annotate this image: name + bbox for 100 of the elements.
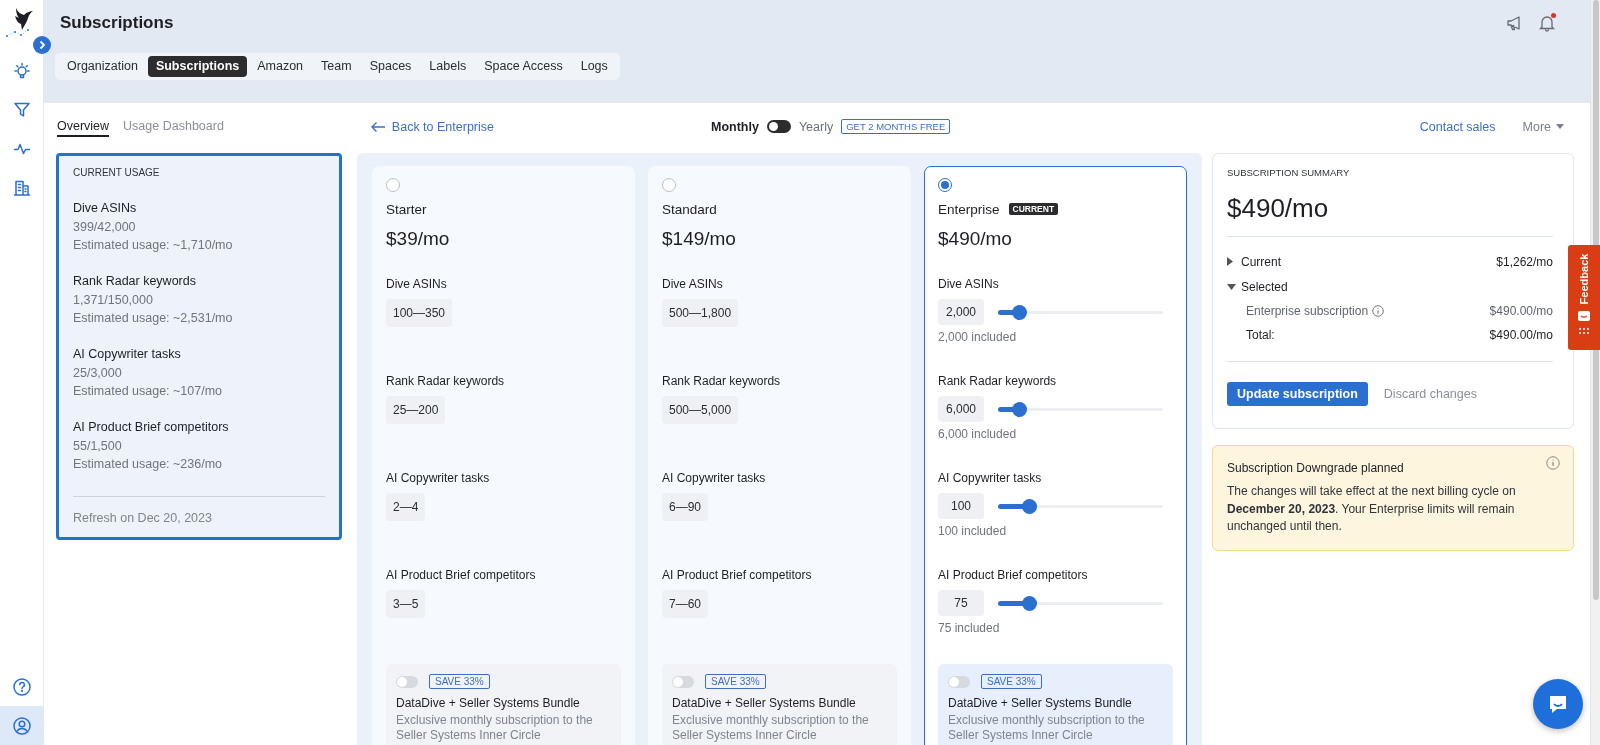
arrow-left-icon <box>369 120 386 133</box>
help-icon <box>11 676 32 697</box>
bundle-title: DataDive + Seller Systems Bundle <box>672 696 857 710</box>
tab[interactable]: Amazon <box>249 56 312 77</box>
lightbulb-icon <box>12 61 31 80</box>
bundle-toggle[interactable] <box>672 675 694 688</box>
included-amount: 75 included <box>938 620 1000 636</box>
discount-tag: SAVE 33% <box>981 674 1042 689</box>
nav-item[interactable] <box>0 706 43 745</box>
feature-name: AI Copywriter tasks <box>662 470 766 486</box>
limit-range: 100—350 <box>386 299 453 327</box>
limit-field[interactable]: 100 <box>938 493 984 519</box>
feature-name: AI Product Brief competitors <box>938 567 1088 583</box>
row-label: Current <box>1241 254 1281 269</box>
line-label: Enterprise subscription <box>1246 304 1369 318</box>
plan-price: $149/mo <box>662 227 737 251</box>
plan-radio[interactable] <box>938 178 952 192</box>
feature-name: AI Copywriter tasks <box>386 470 490 486</box>
plan-name: Starter <box>386 201 427 217</box>
feature-name: Rank Radar keywords <box>386 373 505 389</box>
plan-name: Standard <box>662 201 717 217</box>
plan-card[interactable] <box>924 166 1187 745</box>
account-icon <box>11 715 32 736</box>
included-amount: 6,000 included <box>938 426 1017 442</box>
tab[interactable]: Subscriptions <box>147 56 248 77</box>
grip-icon <box>1578 327 1590 335</box>
feature-name: Rank Radar keywords <box>662 373 781 389</box>
tab[interactable]: Spaces <box>361 56 420 77</box>
info-icon[interactable] <box>1372 305 1385 317</box>
current-tag: CURRENT <box>1008 203 1059 215</box>
limit-range: 500—5,000 <box>662 396 739 424</box>
summary-price: $490/mo <box>1227 193 1330 223</box>
limit-slider[interactable] <box>998 595 1163 611</box>
usage-value: 1,371/150,000 <box>73 292 153 309</box>
limit-range: 2—4 <box>386 493 426 521</box>
notice-title: Subscription Downgrade planned <box>1227 461 1405 475</box>
tab[interactable]: Team <box>313 56 360 77</box>
limit-slider[interactable] <box>998 304 1163 320</box>
caret-icon <box>1556 124 1564 129</box>
monthly-label: Monthly <box>711 119 759 134</box>
limit-field[interactable]: 2,000 <box>938 299 984 325</box>
included-amount: 2,000 included <box>938 329 1017 345</box>
usage-estimate: Estimated usage: ~236/mo <box>73 456 223 473</box>
total-amount: $490.00/mo <box>1489 328 1553 342</box>
feature-name: Rank Radar keywords <box>938 373 1057 389</box>
metric-name: Rank Radar keywords <box>73 273 196 290</box>
row-amount: $1,262/mo <box>1496 254 1553 269</box>
plan-card[interactable] <box>648 166 911 745</box>
summary-row[interactable]: Selected <box>1227 274 1553 299</box>
view-tab[interactable]: Overview <box>57 116 110 137</box>
limit-field[interactable]: 6,000 <box>938 396 984 422</box>
feedback-tab[interactable]: Feedback <box>1568 245 1600 350</box>
bundle-description: Exclusive monthly subscription to the Seller Systems Inner Circle <box>948 713 1146 743</box>
plan-price: $490/mo <box>938 227 1013 251</box>
contact-link[interactable]: Contact sales <box>1419 119 1496 134</box>
bundle-toggle[interactable] <box>948 675 970 688</box>
feature-name: AI Copywriter tasks <box>938 470 1042 486</box>
usage-value: 55/1,500 <box>73 438 122 455</box>
card-title: SUBSCRIPTION SUMMARY <box>1227 167 1351 178</box>
billing-toggle[interactable] <box>766 120 791 133</box>
filter-icon <box>12 100 31 119</box>
usage-estimate: Estimated usage: ~2,531/mo <box>73 310 233 327</box>
page-title: Subscriptions <box>60 13 174 33</box>
caret-down-icon <box>1227 283 1236 290</box>
limit-slider[interactable] <box>998 498 1163 514</box>
plan-card[interactable] <box>372 166 635 745</box>
bundle-description: Exclusive monthly subscription to the Seller Systems Inner Circle <box>396 713 594 743</box>
chat-icon <box>1577 310 1591 322</box>
bell-icon <box>1538 14 1556 32</box>
bundle-toggle[interactable] <box>396 675 418 688</box>
tab[interactable]: Space Access <box>476 56 571 77</box>
notice-message: The changes will take effect at the next billing cycle on December 20, 2023. Your Enterprise limits will remain unchanged until then. <box>1227 483 1517 535</box>
chat-button[interactable] <box>1533 679 1583 729</box>
expand-button[interactable] <box>33 36 51 54</box>
plan-radio[interactable] <box>662 178 676 192</box>
feature-name: Dive ASINs <box>662 276 723 292</box>
usage-value: 25/3,000 <box>73 365 122 382</box>
plan-radio[interactable] <box>386 178 400 192</box>
limit-range: 7—60 <box>662 590 709 618</box>
included-amount: 100 included <box>938 523 1007 539</box>
bundle-title: DataDive + Seller Systems Bundle <box>396 696 581 710</box>
info-icon[interactable] <box>1546 456 1560 470</box>
limit-range: 3—5 <box>386 590 426 618</box>
tab[interactable]: Labels <box>421 56 475 77</box>
limit-range: 500—1,800 <box>662 299 739 327</box>
notifications-button[interactable] <box>1538 14 1556 32</box>
plan-name: Enterprise <box>938 201 1000 217</box>
feature-name: Dive ASINs <box>938 276 999 292</box>
limit-slider[interactable] <box>998 401 1163 417</box>
more-menu[interactable]: More <box>1522 119 1564 134</box>
limit-range: 25—200 <box>386 396 446 424</box>
tab[interactable]: Logs <box>572 56 616 77</box>
back-link[interactable]: Back to Enterprise <box>369 119 494 134</box>
tab[interactable]: Organization <box>59 56 146 77</box>
update-button[interactable]: Update subscription <box>1227 382 1368 406</box>
refresh-date: Refresh on Dec 20, 2023 <box>73 511 213 525</box>
summary-row[interactable]: Current $1,262/mo <box>1227 249 1553 274</box>
metric-name: Dive ASINs <box>73 200 137 217</box>
limit-field[interactable]: 75 <box>938 590 984 616</box>
caret-right-icon <box>1227 257 1233 266</box>
